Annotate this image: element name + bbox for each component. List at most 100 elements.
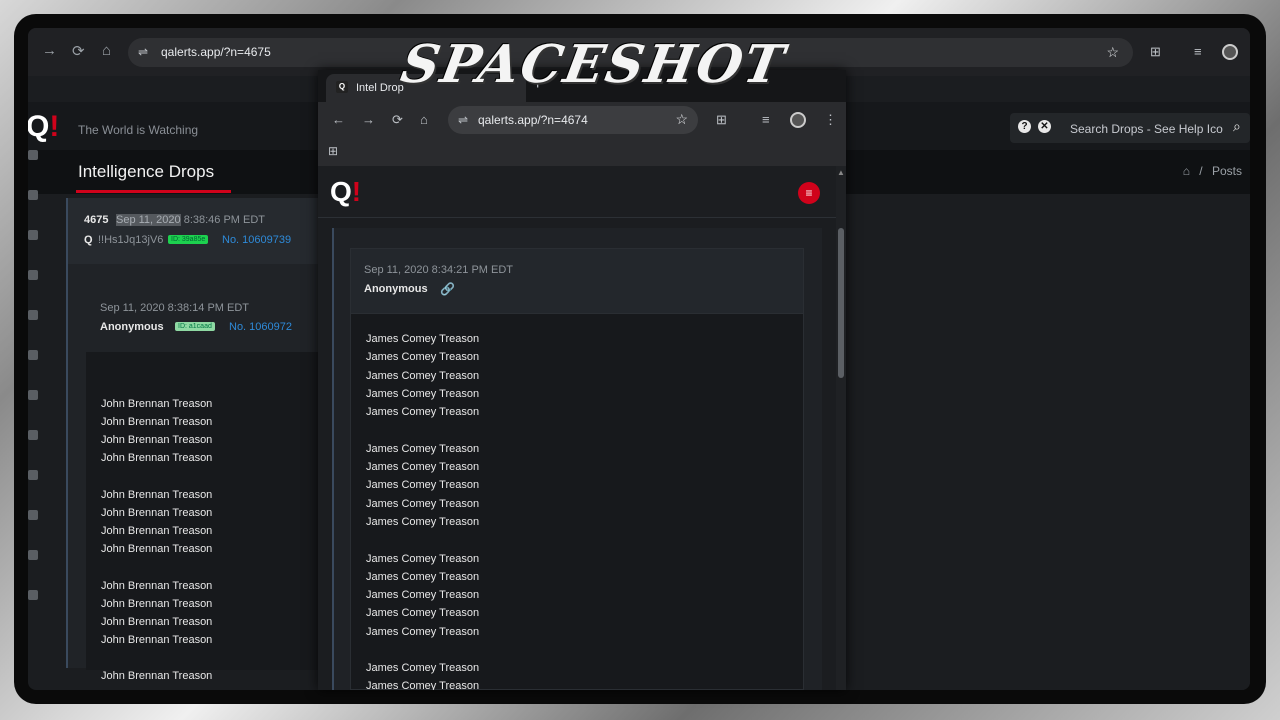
bookmark-star-icon[interactable]: ☆: [1106, 44, 1119, 61]
forward-icon[interactable]: →: [362, 112, 375, 127]
post-line: James Comey Treason: [366, 461, 480, 473]
sidebar-icon-6[interactable]: [28, 390, 38, 400]
sidebar-menu-icon[interactable]: [28, 150, 38, 160]
post-line: John Brennan Treason: [101, 598, 213, 610]
apps-grid-icon[interactable]: ⊞: [328, 144, 338, 158]
front-browser-window: Q Intel Drop + ← → ⟳ ⌂ ⇌ qalerts.app/?n=…: [318, 70, 846, 690]
help-icon[interactable]: ?: [1018, 120, 1031, 133]
quoted-author: Anonymous: [100, 321, 164, 333]
post-line: John Brennan Treason: [101, 489, 213, 501]
post-line: James Comey Treason: [366, 443, 480, 455]
scrollbar[interactable]: ▲: [836, 166, 846, 690]
scroll-up-arrow-icon[interactable]: ▲: [837, 168, 845, 177]
drop-id-badge: ID: 39a85e: [168, 235, 209, 244]
quoted-id-badge: ID: a1caad: [175, 322, 215, 331]
profile-avatar[interactable]: [1222, 44, 1238, 60]
front-post-header: [350, 248, 804, 314]
media-icon[interactable]: ≡: [1194, 44, 1202, 59]
search-icon[interactable]: ⌕: [1233, 118, 1241, 135]
reload-icon[interactable]: ⟳: [72, 42, 85, 60]
post-line: John Brennan Treason: [101, 580, 213, 592]
scrollbar-thumb[interactable]: [838, 228, 844, 378]
breadcrumb-posts[interactable]: Posts: [1212, 164, 1242, 178]
post-line: James Comey Treason: [366, 589, 480, 601]
media-icon[interactable]: ≡: [762, 112, 770, 127]
site-tagline: The World is Watching: [78, 123, 199, 137]
post-line: James Comey Treason: [366, 479, 480, 491]
front-post-author: Anonymous: [364, 283, 428, 295]
bookmarks-bar: ⊞: [318, 138, 846, 166]
post-line: James Comey Treason: [366, 388, 480, 400]
post-line: John Brennan Treason: [101, 398, 213, 410]
watermark-logo: SPACESHOT: [396, 34, 791, 95]
site-logo[interactable]: Q!: [28, 110, 59, 144]
search-input[interactable]: Search Drops - See Help Ico: [1070, 122, 1223, 136]
post-line: John Brennan Treason: [101, 416, 213, 428]
back-icon[interactable]: ←: [332, 112, 345, 127]
tab-search-icon[interactable]: ⊞: [1150, 44, 1161, 60]
front-post-date: Sep 11, 2020 8:34:21 PM EDT: [364, 264, 513, 276]
post-line: James Comey Treason: [366, 516, 480, 528]
sidebar-icon-10[interactable]: [28, 550, 38, 560]
breadcrumb: ⌂ / Posts: [1182, 164, 1242, 178]
sidebar-icon-9[interactable]: [28, 510, 38, 520]
front-url-text: qalerts.app/?n=4674: [478, 113, 588, 127]
sidebar-icon-8[interactable]: [28, 470, 38, 480]
sidebar-icon-11[interactable]: [28, 590, 38, 600]
post-line: John Brennan Treason: [101, 543, 213, 555]
search-drops-box[interactable]: ? ✕ Search Drops - See Help Ico ⌕: [1010, 113, 1250, 143]
bookmark-star-icon[interactable]: ☆: [675, 111, 688, 128]
sidebar-icon-5[interactable]: [28, 350, 38, 360]
front-site-header: [318, 166, 838, 218]
front-browser-toolbar: ← → ⟳ ⌂ ⇌ qalerts.app/?n=4674 ☆ ⊞ ≡ ⋮: [318, 102, 846, 138]
menu-button[interactable]: ≡: [798, 182, 820, 204]
front-address-bar[interactable]: ⇌ qalerts.app/?n=4674 ☆: [448, 106, 698, 134]
post-line: James Comey Treason: [366, 607, 480, 619]
post-line: John Brennan Treason: [101, 616, 213, 628]
clear-search-icon[interactable]: ✕: [1038, 120, 1051, 133]
post-line: John Brennan Treason: [101, 670, 213, 682]
post-line: James Comey Treason: [366, 498, 480, 510]
sidebar: [28, 150, 42, 690]
post-line: John Brennan Treason: [101, 634, 213, 646]
post-line: James Comey Treason: [366, 553, 480, 565]
post-line: James Comey Treason: [366, 571, 480, 583]
site-settings-icon[interactable]: ⇌: [138, 45, 148, 59]
post-line: James Comey Treason: [366, 333, 480, 345]
quoted-post-link[interactable]: No. 1060972: [229, 321, 292, 333]
post-line: John Brennan Treason: [101, 434, 213, 446]
profile-avatar[interactable]: [790, 112, 806, 128]
more-menu-icon[interactable]: ⋮: [824, 112, 837, 128]
post-line: John Brennan Treason: [101, 452, 213, 464]
drop-post-link[interactable]: No. 10609739: [222, 234, 291, 246]
post-line: James Comey Treason: [366, 680, 480, 690]
tab-search-icon[interactable]: ⊞: [716, 112, 727, 128]
post-line: James Comey Treason: [366, 370, 480, 382]
sidebar-icon-2[interactable]: [28, 230, 38, 240]
home-icon[interactable]: ⌂: [102, 42, 111, 59]
home-icon[interactable]: ⌂: [420, 112, 428, 127]
sidebar-icon-7[interactable]: [28, 430, 38, 440]
post-line: James Comey Treason: [366, 351, 480, 363]
drop-date: Sep 11, 2020 8:38:46 PM EDT: [116, 214, 266, 226]
drop-author: Q: [84, 234, 93, 246]
front-site-logo[interactable]: Q!: [330, 176, 361, 208]
reload-icon[interactable]: ⟳: [392, 112, 403, 128]
sidebar-icon-4[interactable]: [28, 310, 38, 320]
home-breadcrumb-icon[interactable]: ⌂: [1183, 164, 1190, 178]
drop-tripcode: !!Hs1Jq13jV6: [98, 234, 164, 246]
forward-icon[interactable]: →: [42, 42, 57, 59]
page-title[interactable]: Intelligence Drops: [78, 162, 214, 182]
post-line: James Comey Treason: [366, 626, 480, 638]
permalink-icon[interactable]: 🔗: [440, 282, 455, 296]
quoted-date: Sep 11, 2020 8:38:14 PM EDT: [100, 302, 249, 314]
sidebar-icon-3[interactable]: [28, 270, 38, 280]
q-favicon-icon: Q: [336, 81, 348, 93]
drop-number[interactable]: 4675: [84, 214, 108, 226]
back-url-text: qalerts.app/?n=4675: [161, 45, 271, 59]
post-line: John Brennan Treason: [101, 525, 213, 537]
active-tab-underline: [76, 190, 231, 193]
post-line: James Comey Treason: [366, 662, 480, 674]
site-settings-icon[interactable]: ⇌: [458, 113, 468, 127]
sidebar-icon-1[interactable]: [28, 190, 38, 200]
